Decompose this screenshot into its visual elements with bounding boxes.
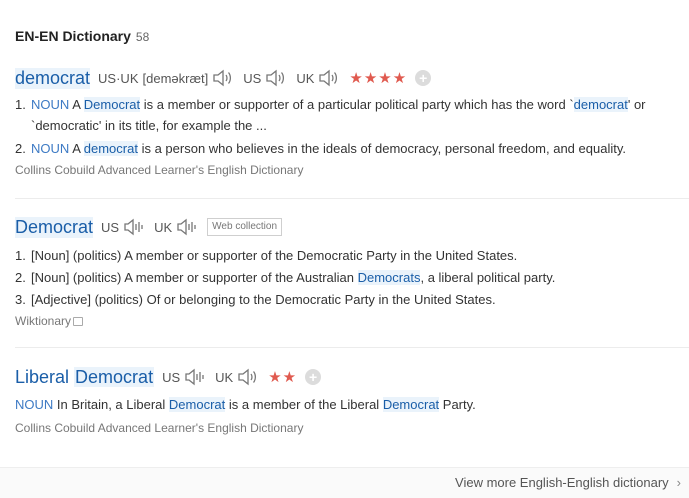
sense-text: [Noun] (politics) A member or supporter … bbox=[31, 267, 689, 288]
part-of-speech: NOUN bbox=[31, 141, 70, 156]
entry-head: Democrat US UK Web collection bbox=[15, 215, 689, 239]
dictionary-title: EN-EN Dictionary bbox=[15, 28, 131, 44]
definitions: 1. NOUN A Democrat is a member or suppor… bbox=[15, 94, 689, 159]
speaker-bars-icon[interactable] bbox=[184, 367, 206, 387]
sense-text-pre: A bbox=[72, 97, 84, 112]
sense-text-post: Party. bbox=[439, 397, 476, 412]
sense-text-pre: In Britain, a Liberal bbox=[56, 397, 169, 412]
list-item: 2. [Noun] (politics) A member or support… bbox=[15, 267, 689, 288]
sense-text: NOUN A Democrat is a member or supporter… bbox=[31, 94, 689, 136]
list-item: 1. [Noun] (politics) A member or support… bbox=[15, 245, 689, 266]
part-of-speech: NOUN bbox=[31, 97, 70, 112]
view-more-link[interactable]: View more English-English dictionary › bbox=[455, 475, 681, 490]
sense-text: NOUN In Britain, a Liberal Democrat is a… bbox=[15, 394, 689, 415]
speaker-bars-icon[interactable] bbox=[176, 217, 198, 237]
speaker-icon[interactable] bbox=[212, 68, 234, 88]
dictionary-header: EN-EN Dictionary 58 bbox=[15, 28, 149, 48]
speaker-icon[interactable] bbox=[237, 367, 259, 387]
pronunciation-ipa: [deməkræt] bbox=[142, 70, 209, 86]
sense-text-mid: is a member or supporter of a particular… bbox=[140, 97, 574, 112]
divider bbox=[15, 198, 689, 199]
entry-liberal-democrat: Liberal Democrat US UK ★★ + NOUN In Brit… bbox=[15, 365, 689, 435]
highlight-term: Democrat bbox=[83, 97, 141, 112]
frequency-stars: ★★★★ bbox=[349, 70, 408, 87]
uk-label: UK bbox=[296, 70, 315, 86]
sense-text-post: , a liberal political party. bbox=[420, 270, 556, 285]
sense-text-mid: is a member of the Liberal bbox=[225, 397, 383, 412]
sense-number: 1. bbox=[15, 97, 26, 112]
sense-text: [Noun] (politics) A member or supporter … bbox=[31, 248, 518, 263]
highlight-term: Democrat bbox=[168, 397, 226, 412]
sense-number: 1. bbox=[15, 248, 26, 263]
web-collection-tag: Web collection bbox=[207, 218, 283, 236]
uk-label: UK bbox=[215, 369, 234, 385]
entry-democrat-capitalized: Democrat US UK Web collection 1. [Noun] … bbox=[15, 215, 689, 328]
frequency-stars: ★★ bbox=[268, 369, 298, 386]
highlight-term: democrat bbox=[83, 141, 138, 156]
headword-link[interactable]: Liberal Democrat bbox=[15, 366, 155, 388]
definitions: NOUN In Britain, a Liberal Democrat is a… bbox=[15, 394, 689, 415]
list-item: 2. NOUN A democrat is a person who belie… bbox=[15, 138, 689, 159]
sense-text-post: is a person who believes in the ideals o… bbox=[137, 141, 626, 156]
entry-head: democrat US·UK [deməkræt] US UK ★★★★ + bbox=[15, 66, 689, 90]
us-label: US bbox=[101, 219, 120, 235]
pron-usuk-label: US·UK bbox=[98, 70, 139, 86]
us-label: US bbox=[243, 70, 262, 86]
divider bbox=[15, 347, 689, 348]
source-label[interactable]: Wiktionary bbox=[15, 314, 71, 328]
highlight-term: Democrat bbox=[74, 366, 155, 387]
list-item: 3. [Adjective] (politics) Of or belongin… bbox=[15, 289, 689, 310]
source-row: Wiktionary bbox=[15, 314, 689, 328]
headword-part: Liberal bbox=[15, 366, 75, 387]
result-count: 58 bbox=[135, 30, 150, 44]
speaker-bars-icon[interactable] bbox=[123, 217, 145, 237]
highlight-term: Democrats bbox=[357, 270, 421, 285]
sense-number: 3. bbox=[15, 292, 26, 307]
entry-head: Liberal Democrat US UK ★★ + bbox=[15, 365, 689, 389]
definitions: 1. [Noun] (politics) A member or support… bbox=[15, 245, 689, 310]
sense-text: NOUN A democrat is a person who believes… bbox=[31, 138, 689, 159]
highlight-term: Democrat bbox=[382, 397, 440, 412]
list-item: NOUN In Britain, a Liberal Democrat is a… bbox=[15, 394, 689, 415]
external-link-icon[interactable] bbox=[73, 317, 84, 326]
sense-text-pre: [Noun] (politics) A member or supporter … bbox=[31, 270, 358, 285]
headword-link[interactable]: democrat bbox=[15, 67, 91, 89]
speaker-icon[interactable] bbox=[318, 68, 340, 88]
us-label: US bbox=[162, 369, 181, 385]
source-label: Collins Cobuild Advanced Learner's Engli… bbox=[15, 421, 304, 435]
view-more-label: View more English-English dictionary bbox=[455, 475, 669, 490]
part-of-speech: NOUN bbox=[15, 397, 54, 412]
sense-text: [Adjective] (politics) Of or belonging t… bbox=[31, 292, 496, 307]
plus-icon[interactable]: + bbox=[415, 70, 432, 86]
uk-label: UK bbox=[154, 219, 173, 235]
headword-link[interactable]: Democrat bbox=[15, 216, 94, 238]
sense-text-pre: A bbox=[72, 141, 84, 156]
speaker-icon[interactable] bbox=[265, 68, 287, 88]
entry-democrat: democrat US·UK [deməkræt] US UK ★★★★ + 1… bbox=[15, 66, 689, 177]
view-more-bar: View more English-English dictionary › bbox=[0, 467, 689, 498]
sense-number: 2. bbox=[15, 270, 26, 285]
highlight-term: democrat bbox=[573, 97, 628, 112]
chevron-right-icon: › bbox=[676, 475, 681, 490]
source-label: Collins Cobuild Advanced Learner's Engli… bbox=[15, 163, 304, 177]
list-item: 1. NOUN A Democrat is a member or suppor… bbox=[15, 94, 689, 136]
plus-icon[interactable]: + bbox=[305, 369, 322, 385]
sense-number: 2. bbox=[15, 141, 26, 156]
